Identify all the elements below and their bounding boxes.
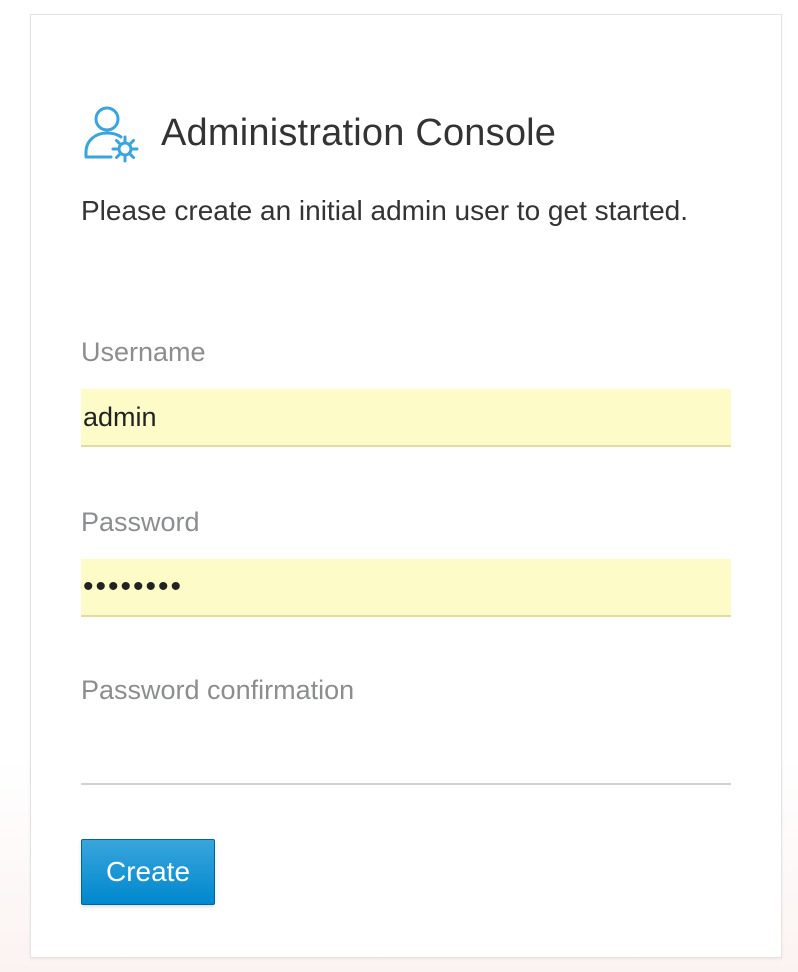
username-input[interactable] bbox=[81, 389, 731, 447]
password-confirmation-input[interactable] bbox=[81, 727, 731, 785]
password-confirmation-label: Password confirmation bbox=[81, 675, 355, 705]
create-button[interactable]: Create bbox=[81, 839, 215, 905]
username-label: Username bbox=[81, 337, 206, 367]
admin-setup-card: Administration Console Please create an … bbox=[30, 14, 782, 958]
password-label: Password bbox=[81, 507, 200, 537]
page-title: Administration Console bbox=[161, 111, 557, 154]
admin-user-gear-icon bbox=[84, 106, 139, 163]
password-input[interactable] bbox=[81, 559, 731, 617]
card-header: Administration Console bbox=[81, 93, 556, 173]
page-subtitle: Please create an initial admin user to g… bbox=[81, 195, 689, 226]
